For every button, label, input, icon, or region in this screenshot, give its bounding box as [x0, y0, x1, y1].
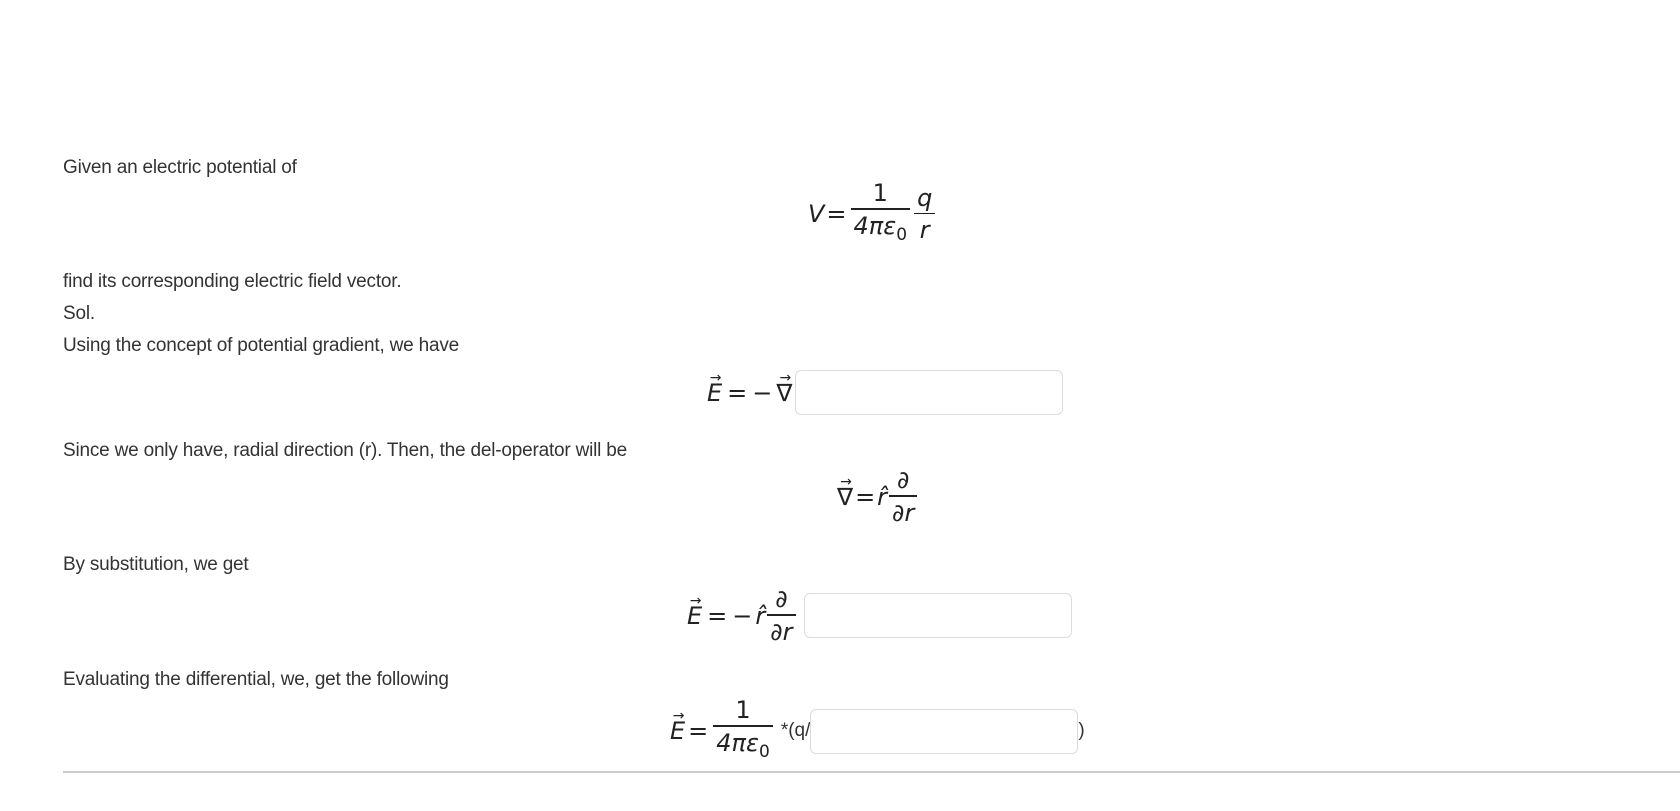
equals-sign: = [727, 378, 748, 407]
fraction-numerator: q [917, 183, 933, 212]
potential-equation: V = 1 4πε0 q r [808, 178, 937, 251]
vector-arrow-icon: → [689, 592, 702, 609]
fraction-denominator: ∂r [770, 617, 793, 646]
fraction-denominator: r [919, 216, 930, 245]
equals-sign: = [688, 717, 709, 746]
q-over-r-fraction: q r [914, 183, 936, 247]
step4-text: Evaluating the differential, we, get the… [63, 669, 449, 690]
step1-text: Using the concept of potential gradient,… [63, 335, 459, 356]
minus-sign: − [732, 601, 753, 630]
section-divider [63, 771, 1680, 773]
coulomb-constant-fraction: 1 4πε0 [850, 178, 911, 251]
e-vector: → E [707, 371, 722, 407]
denominator-main: 4πε [853, 211, 897, 240]
denominator-subscript: 0 [896, 224, 908, 245]
gradient-answer-input[interactable] [795, 370, 1064, 415]
fraction-numerator: 1 [735, 696, 751, 724]
e-vector: → E [670, 709, 685, 745]
equals-sign: = [855, 482, 876, 511]
vector-arrow-icon: → [709, 369, 722, 386]
vector-arrow-icon: → [672, 708, 685, 725]
nabla-vector: → ∇ [776, 371, 792, 407]
final-field-equation: → E = 1 4πε0 *(q/ ) [670, 695, 1085, 768]
closing-paren: ) [1078, 720, 1085, 742]
step2-text: Since we only have, radial direction (r)… [63, 440, 627, 461]
partial-derivative-fraction: ∂ ∂r [889, 465, 918, 529]
fraction-numerator: ∂ [896, 466, 910, 494]
nabla-vector: → ∇ [837, 475, 853, 511]
del-operator-equation: → ∇ = r̂ ∂ ∂r [837, 465, 919, 529]
solution-label: Sol. [63, 303, 95, 324]
q-over-prefix: *(q/ [780, 720, 811, 742]
r-hat-symbol: r̂ [755, 601, 766, 630]
denominator-main: 4πε [716, 728, 759, 757]
substitution-answer-input[interactable] [803, 593, 1072, 639]
r-hat-symbol: r̂ [877, 482, 888, 511]
gradient-equation: → E = − → ∇ [707, 370, 1064, 415]
denominator-subscript: 0 [758, 741, 770, 762]
coulomb-constant-fraction: 1 4πε0 [713, 695, 773, 768]
substitution-equation: → E = − r̂ ∂ ∂r [687, 584, 1072, 648]
equals-sign: = [707, 601, 728, 630]
fraction-numerator: ∂ [775, 585, 788, 613]
fraction-denominator: 4πε0 [713, 727, 773, 768]
equals-sign: = [826, 200, 847, 229]
e-vector: → E [687, 594, 702, 630]
v-symbol: V [808, 200, 825, 229]
fraction-denominator: 4πε0 [851, 210, 911, 251]
intro-text: Given an electric potential of [63, 157, 297, 178]
partial-derivative-fraction: ∂ ∂r [767, 584, 796, 648]
step3-text: By substitution, we get [63, 554, 249, 575]
fraction-denominator: ∂r [892, 498, 915, 527]
fraction-numerator: 1 [872, 179, 888, 207]
vector-arrow-icon: → [840, 473, 852, 490]
task-text: find its corresponding electric field ve… [63, 271, 402, 292]
vector-arrow-icon: → [779, 369, 792, 386]
final-answer-input[interactable] [810, 708, 1079, 754]
minus-sign: − [752, 378, 773, 407]
